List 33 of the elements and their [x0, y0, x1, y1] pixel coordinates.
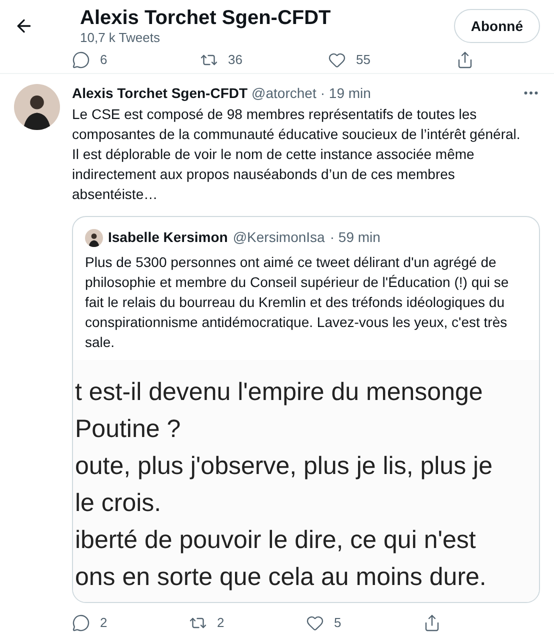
action-count: 55 [356, 50, 370, 69]
image-text-line: le crois. [75, 488, 162, 519]
action-count: 5 [334, 614, 342, 632]
like-icon[interactable] [328, 50, 346, 68]
quoted-text: Plus de 5300 personnes ont aimé ce tweet délirant d'un agrégé de philosophie et membre du Conseil supérieur de l'Éducation (!) qui se fait le relais du bourreau du Kremlin et des tréfonds idéologiques du conspirationnisme antidémocratique. Lavez-vous les yeux, c'est très sale. [85, 253, 510, 352]
author-name[interactable]: Isabelle Kersimon [108, 227, 228, 248]
author-handle[interactable]: @atorchet [252, 84, 316, 102]
action-count: 2 [217, 614, 224, 632]
share-icon[interactable] [423, 614, 441, 632]
image-text-line: oute, plus j'observe, plus je lis, plus je [75, 451, 494, 482]
attached-image[interactable]: t est-il devenu l'empire du mensonge Poutine ? oute, plus j'observe, plus je lis, plus je le crois. iberté de pouvoir le dire, ce qui n'est ons en sorte que cela au moins dure. [73, 360, 539, 602]
image-text-line: iberté de pouvoir le dire, ce qui n'est [75, 525, 477, 556]
tweet-count: 10,7 k Tweets [80, 30, 161, 46]
author-handle[interactable]: @KersimonIsa [232, 227, 325, 248]
tweet-time[interactable]: · 59 min [330, 227, 380, 248]
avatar[interactable] [85, 228, 103, 246]
profile-name: Alexis Torchet Sgen-CFDT [80, 6, 332, 30]
image-text-line: t est-il devenu l'empire du mensonge [75, 377, 484, 408]
tweet-text: Le CSE est composé de 98 membres représentatifs de toutes les composantes de la communauté éducative soucieux de l’intérêt général. Il est déplorable de voir le nom de cette instance associée même indirectement aux propos nauséabonds d’un de ces membres absentéiste… [72, 105, 522, 204]
avatar[interactable] [14, 84, 60, 130]
quoted-tweet[interactable] [72, 216, 540, 603]
reply-icon[interactable] [72, 50, 90, 68]
reply-icon[interactable] [72, 614, 90, 632]
image-text-line: ons en sorte que cela au moins dure. [75, 562, 488, 593]
tweet-time[interactable]: · 19 min [320, 84, 371, 102]
author-name[interactable]: Alexis Torchet Sgen-CFDT [72, 84, 248, 102]
action-count: 6 [100, 50, 108, 69]
following-button[interactable]: Abonné [454, 9, 540, 43]
image-text-line: Poutine ? [75, 414, 182, 445]
action-count: 36 [228, 50, 242, 69]
like-icon[interactable] [306, 614, 324, 632]
action-count: 2 [100, 614, 108, 632]
share-icon[interactable] [456, 50, 474, 68]
